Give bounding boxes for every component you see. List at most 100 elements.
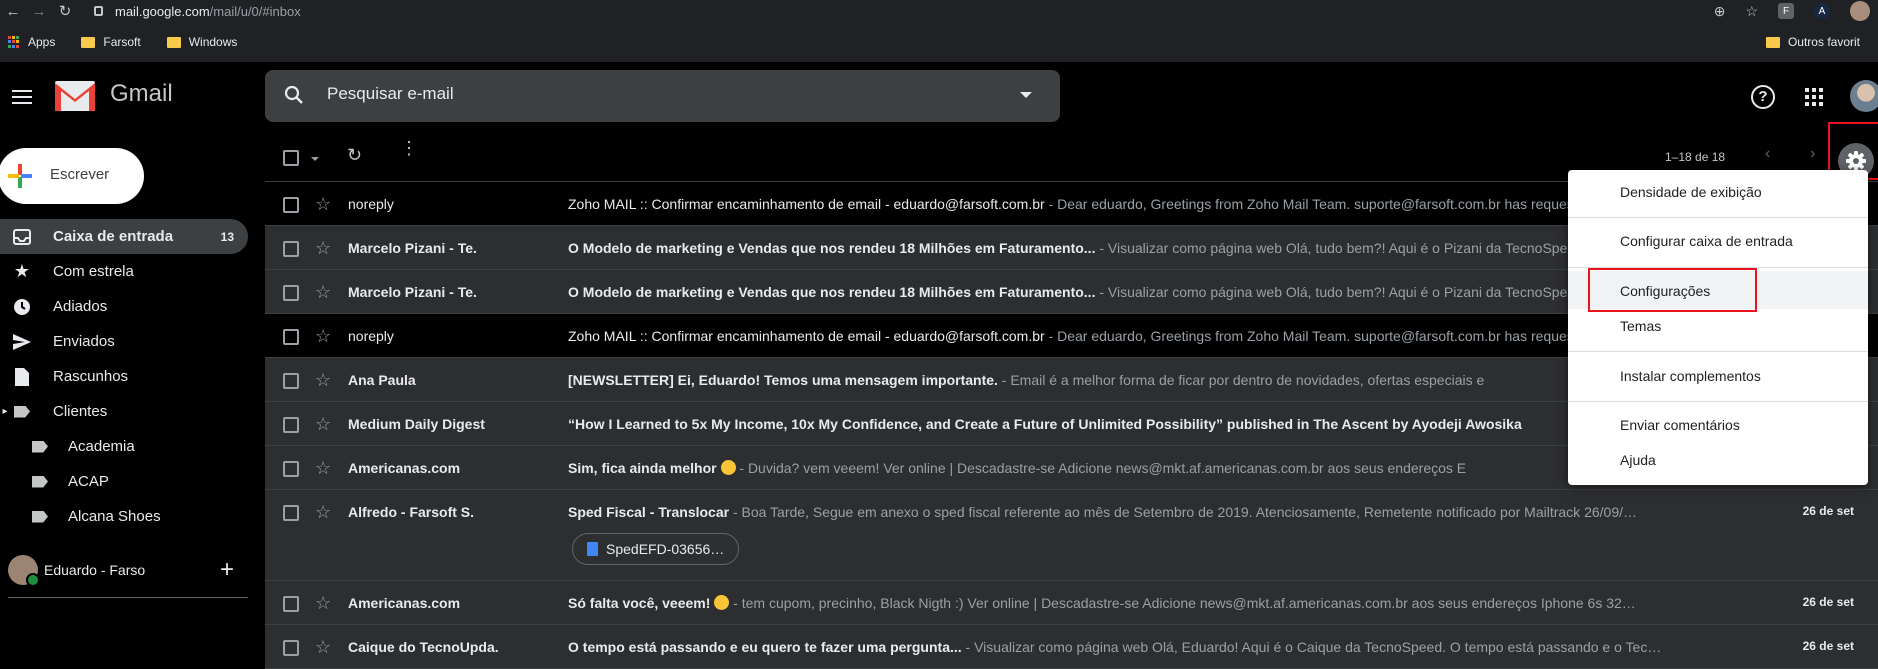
sidebar-item-snoozed[interactable]: Adiados xyxy=(0,289,248,324)
bookmark-farsoft[interactable]: Farsoft xyxy=(81,35,141,49)
bookmark-windows[interactable]: Windows xyxy=(166,35,237,49)
sidebar-item-label: ACAP xyxy=(68,473,109,490)
new-conversation-icon[interactable]: + xyxy=(220,556,234,584)
menu-item-feedback[interactable]: Enviar comentários xyxy=(1620,417,1740,433)
sidebar-item-starred[interactable]: ★ Com estrela xyxy=(0,254,248,289)
expand-arrow-icon[interactable]: ▸ xyxy=(0,402,10,422)
sidebar-item-inbox[interactable]: Caixa de entrada 13 xyxy=(0,219,248,254)
email-sender: Caique do TecnoUpda. xyxy=(348,639,499,655)
star-toggle-icon[interactable]: ☆ xyxy=(315,593,331,614)
attachment-chip[interactable]: SpedEFD-03656… xyxy=(572,533,740,565)
email-date: 26 de set xyxy=(1802,595,1854,609)
email-snippet: - Email é a melhor forma de ficar por de… xyxy=(997,372,1485,388)
star-toggle-icon[interactable]: ☆ xyxy=(315,502,331,523)
email-sender: Alfredo - Farsoft S. xyxy=(348,504,475,520)
bookmark-label: Farsoft xyxy=(103,35,141,49)
bookmarks-bar: Apps Farsoft Windows Outros favorit xyxy=(0,22,1878,62)
google-apps-icon[interactable] xyxy=(1805,88,1823,106)
row-checkbox[interactable] xyxy=(283,640,299,656)
main-menu-icon[interactable] xyxy=(12,90,32,108)
row-checkbox[interactable] xyxy=(283,329,299,345)
menu-item-themes[interactable]: Temas xyxy=(1620,318,1661,334)
star-toggle-icon[interactable]: ☆ xyxy=(315,238,331,259)
star-toggle-icon[interactable]: ☆ xyxy=(315,282,331,303)
star-toggle-icon[interactable]: ☆ xyxy=(315,326,331,347)
sidebar-item-label: Caixa de entrada xyxy=(53,228,174,245)
sidebar-item-alcana-shoes[interactable]: Alcana Shoes xyxy=(0,499,248,534)
email-subject: Zoho MAIL :: Confirmar encaminhamento de… xyxy=(568,328,1045,344)
more-options-icon[interactable]: ⋮ xyxy=(400,139,418,157)
sidebar-item-drafts[interactable]: Rascunhos xyxy=(0,359,248,394)
bookmark-other[interactable]: Outros favorit xyxy=(1765,22,1860,62)
sidebar-item-acap[interactable]: ACAP xyxy=(0,464,248,499)
search-icon[interactable] xyxy=(283,84,305,106)
email-row[interactable]: ☆ Caique do TecnoUpda. O tempo está pass… xyxy=(265,625,1878,669)
sidebar-item-sent[interactable]: Enviados xyxy=(0,324,248,359)
star-toggle-icon[interactable]: ☆ xyxy=(315,414,331,435)
hangouts-user[interactable]: Eduardo - Farso + xyxy=(8,555,248,587)
zoom-icon[interactable]: ⊕ xyxy=(1714,3,1726,20)
email-snippet: - tem cupom, precinho, Black Nigth :) Ve… xyxy=(729,595,1636,611)
select-all-checkbox[interactable] xyxy=(283,150,299,166)
select-dropdown-icon[interactable] xyxy=(311,157,319,161)
inbox-icon xyxy=(12,227,32,247)
address-field[interactable]: mail.google.com/mail/u/0/#inbox xyxy=(115,4,301,19)
search-input[interactable]: Pesquisar e-mail xyxy=(327,84,454,104)
document-icon xyxy=(587,542,598,556)
row-checkbox[interactable] xyxy=(283,285,299,301)
star-toggle-icon[interactable]: ☆ xyxy=(315,458,331,479)
newer-page-icon[interactable]: › xyxy=(1810,145,1815,163)
app-title: Gmail xyxy=(110,80,173,107)
refresh-icon[interactable]: ↻ xyxy=(347,145,362,166)
bookmark-apps[interactable]: Apps xyxy=(8,35,55,49)
gmail-logo-icon[interactable] xyxy=(55,81,95,111)
sidebar-item-clientes[interactable]: ▸ Clientes xyxy=(0,394,248,429)
email-subject: Zoho MAIL :: Confirmar encaminhamento de… xyxy=(568,196,1045,212)
account-avatar[interactable] xyxy=(1850,80,1878,112)
extension-a-icon[interactable]: A xyxy=(1814,3,1830,19)
row-checkbox[interactable] xyxy=(283,417,299,433)
email-sender: noreply xyxy=(348,196,394,212)
email-row[interactable]: ☆ Alfredo - Farsoft S. Sped Fiscal - Tra… xyxy=(265,490,1878,581)
row-checkbox[interactable] xyxy=(283,596,299,612)
back-icon[interactable]: ← xyxy=(0,3,26,20)
menu-item-help[interactable]: Ajuda xyxy=(1620,452,1656,468)
row-checkbox[interactable] xyxy=(283,197,299,213)
extension-f-icon[interactable]: F xyxy=(1778,3,1794,19)
star-toggle-icon[interactable]: ☆ xyxy=(315,637,331,658)
row-checkbox[interactable] xyxy=(283,373,299,389)
sidebar-item-academia[interactable]: Academia xyxy=(0,429,248,464)
email-subject: Sped Fiscal - Translocar xyxy=(568,504,730,520)
row-checkbox[interactable] xyxy=(283,461,299,477)
url-path: /mail/u/0/#inbox xyxy=(209,3,301,19)
settings-highlight-box xyxy=(1588,268,1757,312)
older-page-icon[interactable]: ‹ xyxy=(1765,145,1770,163)
row-checkbox[interactable] xyxy=(283,241,299,257)
hangouts-avatar xyxy=(8,555,40,587)
grin-emoji-icon xyxy=(720,460,736,475)
email-sender: Americanas.com xyxy=(348,595,461,611)
menu-separator xyxy=(1568,351,1868,352)
browser-profile-avatar[interactable] xyxy=(1850,1,1870,21)
email-sender: noreply xyxy=(348,328,394,344)
search-options-icon[interactable] xyxy=(1020,92,1032,98)
help-icon[interactable]: ? xyxy=(1751,85,1775,109)
forward-icon[interactable]: → xyxy=(26,3,52,20)
menu-item-configure-inbox[interactable]: Configurar caixa de entrada xyxy=(1620,233,1793,249)
email-row[interactable]: ☆ Americanas.com Só falta você, veeem! -… xyxy=(265,581,1878,625)
menu-item-display-density[interactable]: Densidade de exibição xyxy=(1620,184,1762,200)
bookmark-label: Apps xyxy=(28,35,56,49)
star-toggle-icon[interactable]: ☆ xyxy=(315,194,331,215)
reload-icon[interactable]: ↻ xyxy=(52,2,78,20)
compose-button[interactable]: Escrever xyxy=(0,148,144,204)
star-toggle-icon[interactable]: ☆ xyxy=(315,370,331,391)
search-bar[interactable]: Pesquisar e-mail xyxy=(265,70,1060,122)
label-icon xyxy=(30,472,50,492)
folder-icon xyxy=(166,36,181,48)
email-content: Sped Fiscal - Translocar - Boa Tarde, Se… xyxy=(568,504,1803,520)
row-checkbox[interactable] xyxy=(283,505,299,521)
bookmark-star-icon[interactable]: ☆ xyxy=(1745,3,1758,20)
email-date: 26 de set xyxy=(1802,639,1854,653)
gmail-header: Gmail Pesquisar e-mail ? xyxy=(0,62,1878,130)
menu-item-addons[interactable]: Instalar complementos xyxy=(1620,368,1761,384)
